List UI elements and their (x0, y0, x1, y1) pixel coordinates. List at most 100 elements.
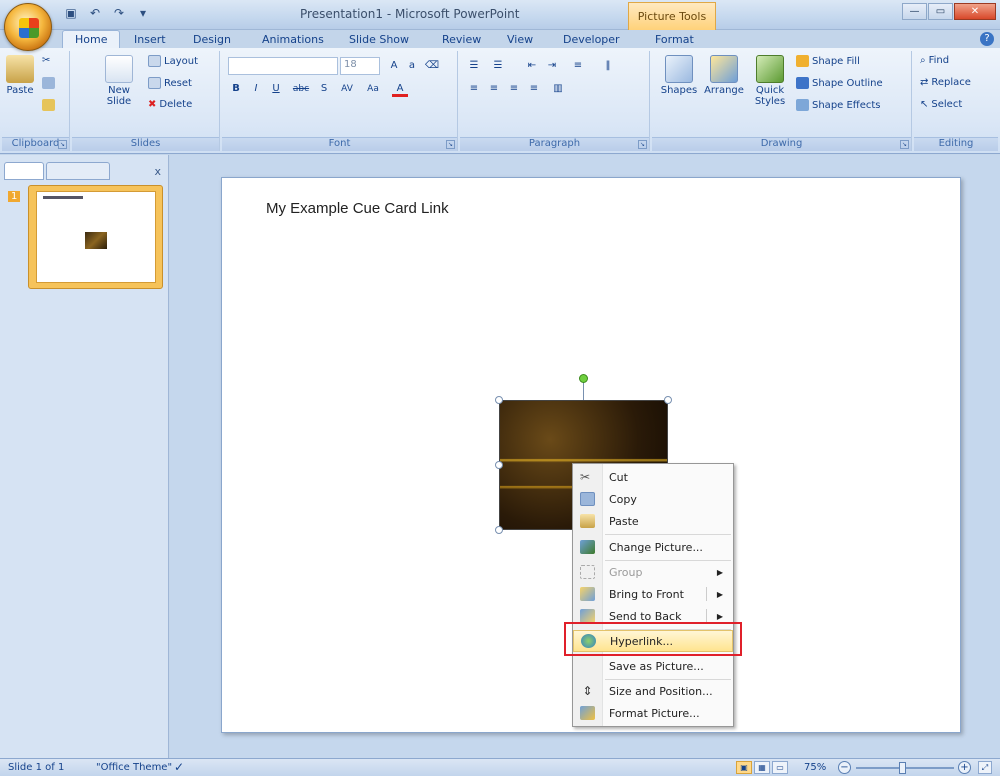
italic-button[interactable]: I (248, 81, 264, 97)
change-picture-icon (580, 540, 595, 554)
tab-view[interactable]: View (507, 33, 533, 46)
submenu-arrow-icon[interactable]: ▶ (717, 612, 723, 621)
text-direction-button[interactable]: ‖ (600, 58, 616, 74)
font-color-button[interactable]: A (392, 81, 408, 97)
quick-styles-button[interactable]: Quick Styles (750, 55, 790, 107)
shape-fill-button[interactable]: Shape Fill (796, 55, 860, 67)
redo-icon[interactable]: ↷ (110, 6, 128, 22)
help-icon[interactable]: ? (980, 32, 994, 46)
copy-button[interactable] (42, 77, 55, 89)
grow-font-button[interactable]: A (386, 58, 402, 74)
slides-tab[interactable] (4, 162, 44, 180)
paragraph-launcher-icon[interactable]: ↘ (638, 140, 647, 149)
font-name-combo[interactable] (228, 57, 338, 75)
resize-handle-left[interactable] (495, 461, 503, 469)
rotation-handle[interactable] (579, 374, 588, 383)
columns-button[interactable]: ▥ (550, 81, 566, 97)
layout-button[interactable]: Layout (148, 55, 198, 67)
shadow-button[interactable]: S (316, 81, 332, 97)
line-spacing-button[interactable]: ≡ (570, 58, 586, 74)
layout-label: Layout (164, 55, 198, 67)
menu-separator (605, 534, 731, 535)
office-button[interactable] (4, 3, 52, 51)
strikethrough-button[interactable]: abc (290, 81, 312, 97)
zoom-in-icon[interactable]: + (958, 761, 971, 774)
align-left-button[interactable]: ≡ (466, 81, 482, 97)
slide-title-text[interactable]: My Example Cue Card Link (266, 200, 449, 217)
arrange-button[interactable]: Arrange (702, 55, 746, 96)
normal-view-icon[interactable]: ▣ (736, 761, 752, 774)
numbering-button[interactable]: ☰ (490, 58, 506, 74)
shapes-button[interactable]: Shapes (660, 55, 698, 96)
format-painter-button[interactable] (42, 99, 55, 111)
menu-item-paste[interactable]: Paste (573, 510, 733, 532)
cut-button[interactable]: ✂ (42, 55, 50, 66)
zoom-level[interactable]: 75% (804, 762, 826, 773)
font-launcher-icon[interactable]: ↘ (446, 140, 455, 149)
reset-button[interactable]: Reset (148, 77, 192, 89)
shrink-font-button[interactable]: a (404, 58, 420, 74)
resize-handle-top-right[interactable] (664, 396, 672, 404)
tab-home[interactable]: Home (62, 30, 121, 49)
clipboard-launcher-icon[interactable]: ↘ (58, 140, 67, 149)
spellcheck-icon[interactable]: ✓ (174, 760, 184, 774)
resize-handle-bottom-left[interactable] (495, 526, 503, 534)
undo-icon[interactable]: ↶ (86, 6, 104, 22)
char-spacing-button[interactable]: AV (336, 81, 358, 97)
tab-design[interactable]: Design (193, 33, 231, 46)
submenu-arrow-icon[interactable]: ▶ (717, 590, 723, 599)
menu-item-change-picture[interactable]: Change Picture... (573, 536, 733, 558)
find-button[interactable]: ⌕ Find (920, 55, 949, 66)
bold-button[interactable]: B (228, 81, 244, 97)
align-center-button[interactable]: ≡ (486, 81, 502, 97)
menu-item-format-picture[interactable]: Format Picture... (573, 702, 733, 724)
menu-item-cut[interactable]: ✂ Cut (573, 466, 733, 488)
paste-button[interactable]: Paste (6, 55, 34, 96)
increase-indent-button[interactable]: ⇥ (544, 58, 560, 74)
menu-item-label: Group (609, 565, 643, 579)
clear-formatting-button[interactable]: ⌫ (424, 58, 440, 74)
new-slide-button[interactable]: New Slide (102, 55, 136, 107)
minimize-icon[interactable]: — (902, 3, 927, 20)
slide-sorter-icon[interactable]: ▦ (754, 761, 770, 774)
zoom-out-icon[interactable]: − (838, 761, 851, 774)
close-icon[interactable]: ✕ (954, 3, 996, 20)
delete-icon: ✖ (148, 99, 157, 110)
maximize-icon[interactable]: ▭ (928, 3, 953, 20)
zoom-slider-thumb[interactable] (899, 762, 906, 774)
resize-handle-top-left[interactable] (495, 396, 503, 404)
decrease-indent-button[interactable]: ⇤ (524, 58, 540, 74)
shape-outline-button[interactable]: Shape Outline (796, 77, 883, 89)
close-panel-icon[interactable]: x (154, 165, 161, 178)
outline-tab[interactable] (46, 162, 110, 180)
submenu-arrow-icon: ▶ (716, 567, 723, 577)
customize-qat-icon[interactable]: ▾ (134, 6, 152, 22)
change-case-button[interactable]: Aa (362, 81, 384, 97)
replace-button[interactable]: ⇄ Replace (920, 77, 971, 88)
tab-animations[interactable]: Animations (262, 33, 324, 46)
menu-item-bring-to-front[interactable]: Bring to Front ▶ (573, 583, 733, 605)
tab-insert[interactable]: Insert (134, 33, 166, 46)
fit-to-window-icon[interactable]: ⤢ (978, 761, 992, 774)
pencil-icon (796, 77, 809, 89)
shape-effects-button[interactable]: Shape Effects (796, 99, 880, 111)
save-icon[interactable]: ▣ (62, 6, 80, 22)
tab-developer[interactable]: Developer (563, 33, 620, 46)
menu-item-copy[interactable]: Copy (573, 488, 733, 510)
slide-show-icon[interactable]: ▭ (772, 761, 788, 774)
font-size-combo[interactable]: 18 (340, 57, 380, 75)
quick-styles-icon (756, 55, 784, 83)
underline-button[interactable]: U (268, 81, 284, 97)
menu-item-save-as-picture[interactable]: Save as Picture... (573, 655, 733, 677)
tab-review[interactable]: Review (442, 33, 481, 46)
justify-button[interactable]: ≡ (526, 81, 542, 97)
align-right-button[interactable]: ≡ (506, 81, 522, 97)
select-button[interactable]: ↖ Select (920, 99, 962, 110)
drawing-launcher-icon[interactable]: ↘ (900, 140, 909, 149)
slide-thumbnail[interactable] (28, 185, 163, 289)
menu-item-size-and-position[interactable]: ⇕ Size and Position... (573, 680, 733, 702)
delete-button[interactable]: ✖ Delete (148, 99, 192, 110)
tab-format[interactable]: Format (655, 33, 694, 46)
tab-slide-show[interactable]: Slide Show (349, 33, 409, 46)
bullets-button[interactable]: ☰ (466, 58, 482, 74)
